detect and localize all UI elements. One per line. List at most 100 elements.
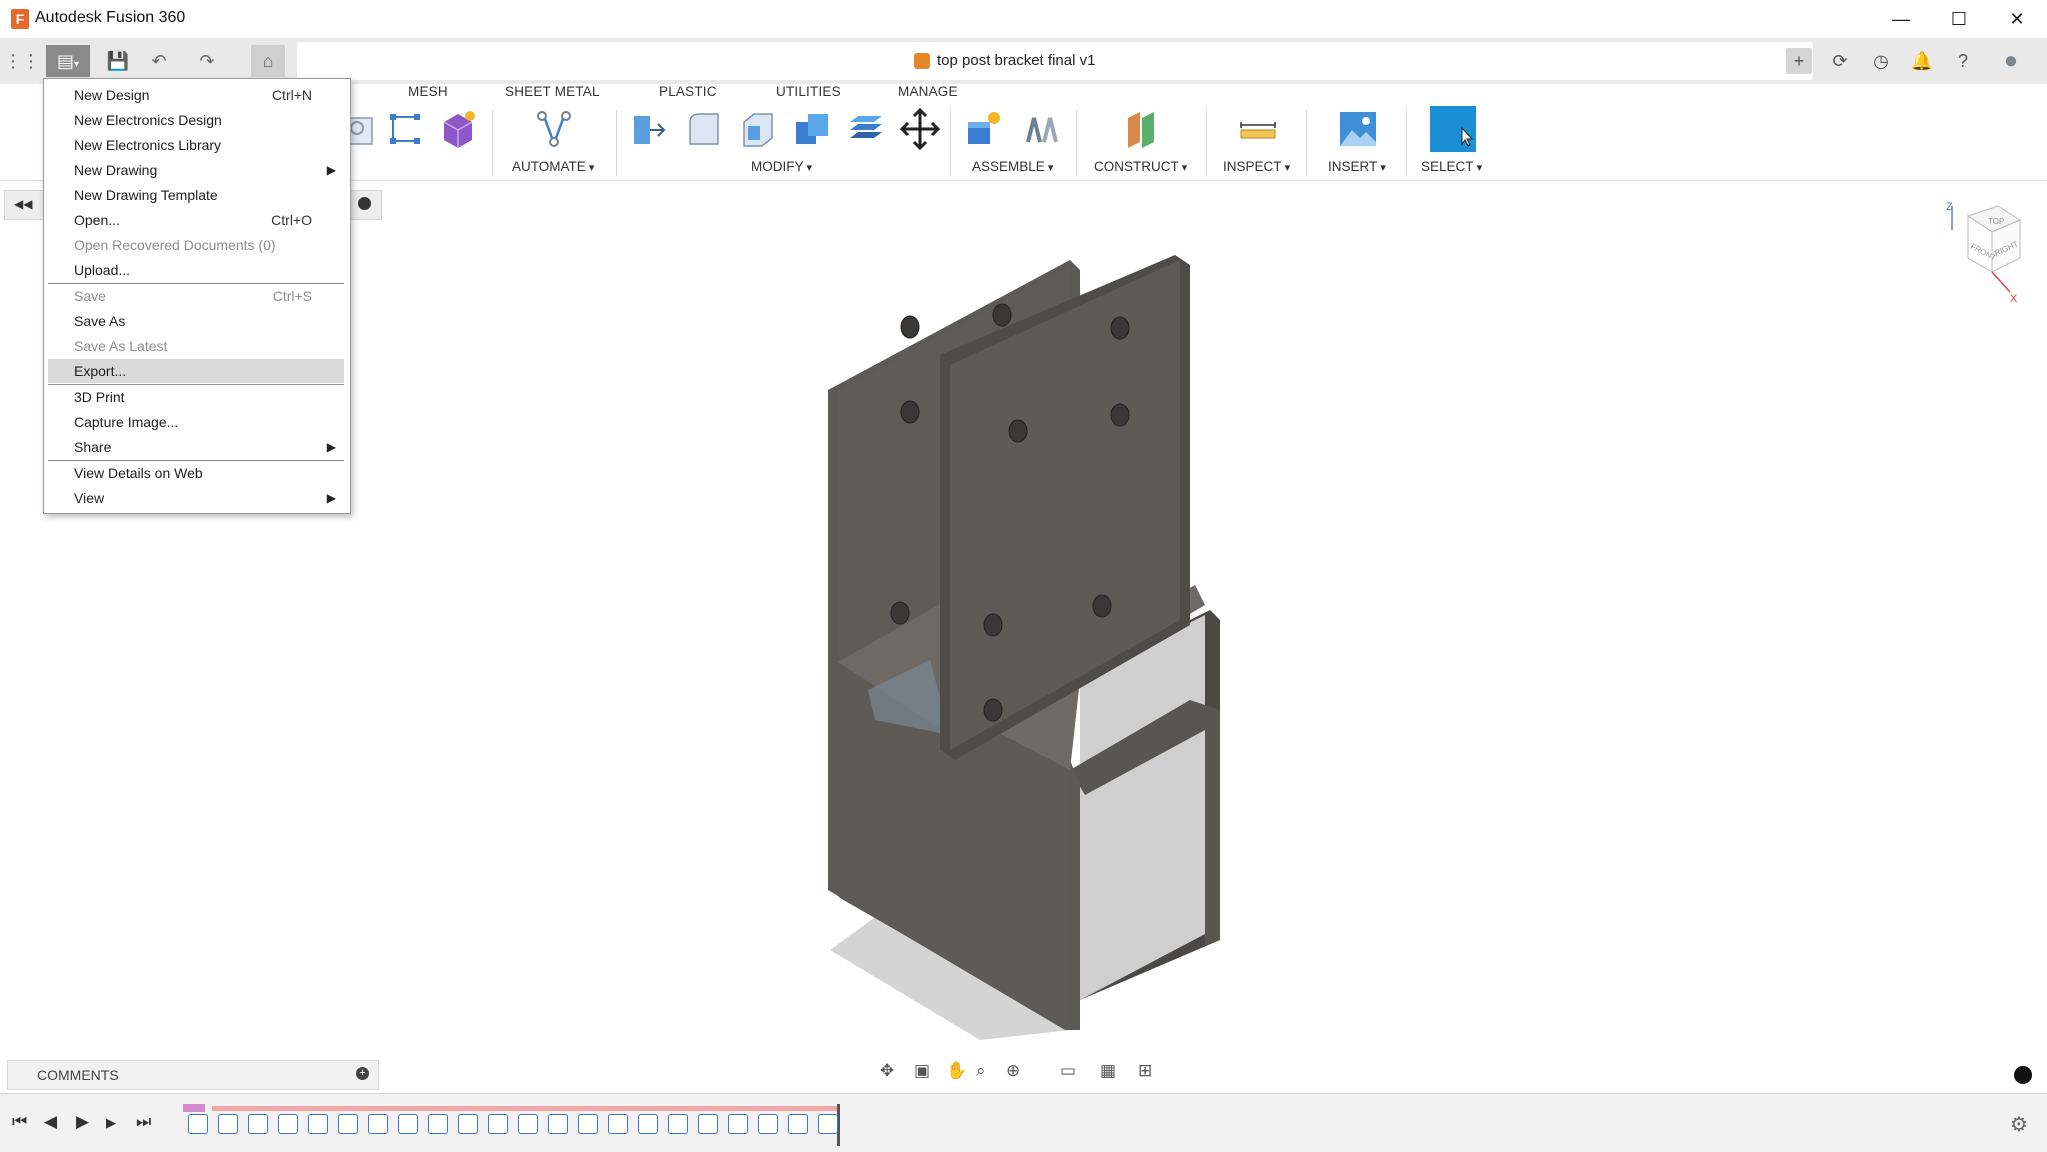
timeline-feature-icon[interactable] bbox=[188, 1114, 208, 1134]
group-modify[interactable]: MODIFY bbox=[751, 159, 812, 174]
timeline-feature-icon[interactable] bbox=[338, 1114, 358, 1134]
timeline-feature-icon[interactable] bbox=[488, 1114, 508, 1134]
timeline-start-marker[interactable] bbox=[183, 1104, 205, 1112]
menu-item-share[interactable]: Share ▶ bbox=[48, 435, 344, 459]
menu-item-export[interactable]: Export... bbox=[48, 359, 344, 383]
automate-icon[interactable] bbox=[534, 108, 574, 150]
maximize-button[interactable]: ☐ bbox=[1930, 0, 1988, 38]
text-commands-icon[interactable] bbox=[2014, 1066, 2032, 1084]
orbit-icon[interactable]: ✥ bbox=[880, 1061, 894, 1081]
timeline-next-icon[interactable]: ▶ bbox=[106, 1115, 116, 1131]
grid-settings-icon[interactable]: ▦ bbox=[1100, 1061, 1116, 1081]
timeline-feature-icon[interactable] bbox=[668, 1114, 688, 1134]
comments-panel[interactable]: COMMENTS + bbox=[7, 1060, 379, 1090]
profile-avatar[interactable]: ● bbox=[1998, 48, 2024, 74]
file-menu-button[interactable]: ▤▾ bbox=[46, 45, 90, 77]
menu-item-3d-print[interactable]: 3D Print bbox=[48, 385, 344, 409]
collapse-browser-icon[interactable]: ◀◀ bbox=[14, 197, 32, 211]
tab-manage[interactable]: MANAGE bbox=[898, 84, 958, 99]
bracket-3d-model[interactable] bbox=[780, 230, 1280, 1050]
offset-face-icon[interactable] bbox=[846, 108, 886, 150]
timeline-feature-icon[interactable] bbox=[638, 1114, 658, 1134]
save-icon[interactable]: 💾 bbox=[101, 45, 135, 77]
help-icon[interactable]: ? bbox=[1950, 48, 1976, 74]
group-insert[interactable]: INSERT bbox=[1328, 159, 1386, 174]
new-tab-plus-icon[interactable]: + bbox=[1786, 48, 1812, 74]
close-window-button[interactable]: ✕ bbox=[1988, 0, 2046, 38]
cube-top-face[interactable]: TOP bbox=[1988, 217, 2004, 226]
menu-item-new-drawing-template[interactable]: New Drawing Template bbox=[48, 183, 344, 207]
tab-mesh[interactable]: MESH bbox=[408, 84, 448, 99]
timeline-settings-gear-icon[interactable]: ⚙ bbox=[2010, 1112, 2028, 1137]
select-icon[interactable] bbox=[1430, 106, 1476, 152]
new-component-icon[interactable] bbox=[964, 108, 1004, 150]
menu-item-new-electronics-library[interactable]: New Electronics Library bbox=[48, 133, 344, 157]
menu-item-capture-image[interactable]: Capture Image... bbox=[48, 410, 344, 434]
menu-item-view-details-on-web[interactable]: View Details on Web bbox=[48, 461, 344, 485]
document-tab[interactable]: top post bracket final v1 ✕ bbox=[297, 42, 1813, 80]
tab-utilities[interactable]: UTILITIES bbox=[776, 84, 841, 99]
menu-item-open[interactable]: Open... Ctrl+O bbox=[48, 208, 344, 232]
fillet-icon[interactable] bbox=[684, 108, 724, 150]
timeline-feature-icon[interactable] bbox=[428, 1114, 448, 1134]
look-at-icon[interactable]: ▣ bbox=[914, 1061, 930, 1081]
display-settings-icon[interactable]: ▭ bbox=[1060, 1061, 1076, 1081]
undo-icon[interactable]: ↶ bbox=[142, 45, 176, 77]
tab-plastic[interactable]: PLASTIC bbox=[659, 84, 717, 99]
zoom-icon[interactable]: ⌕ bbox=[976, 1061, 986, 1081]
menu-item-new-drawing[interactable]: New Drawing ▶ bbox=[48, 158, 344, 182]
timeline-feature-icon[interactable] bbox=[368, 1114, 388, 1134]
sync-icon[interactable]: ⟳ bbox=[1827, 48, 1853, 74]
minimize-button[interactable]: — bbox=[1872, 0, 1930, 38]
timeline-feature-icon[interactable] bbox=[578, 1114, 598, 1134]
group-inspect[interactable]: INSPECT bbox=[1223, 159, 1290, 174]
timeline-feature-icon[interactable] bbox=[518, 1114, 538, 1134]
combine-icon[interactable] bbox=[792, 108, 832, 150]
sketch-icon[interactable] bbox=[386, 108, 426, 150]
measure-icon[interactable] bbox=[1238, 108, 1278, 150]
group-automate[interactable]: AUTOMATE bbox=[512, 159, 594, 174]
pan-hand-icon[interactable]: ✋ bbox=[946, 1061, 967, 1081]
timeline-feature-icon[interactable] bbox=[398, 1114, 418, 1134]
shell-icon[interactable] bbox=[738, 108, 778, 150]
move-copy-icon[interactable] bbox=[900, 108, 940, 150]
timeline-feature-icon[interactable] bbox=[818, 1114, 838, 1134]
notifications-bell-icon[interactable]: 🔔 bbox=[1909, 48, 1935, 74]
timeline-feature-icon[interactable] bbox=[758, 1114, 778, 1134]
timeline-prev-icon[interactable]: ◀ bbox=[44, 1112, 57, 1132]
menu-item-upload[interactable]: Upload... bbox=[48, 258, 344, 282]
timeline-feature-icon[interactable] bbox=[278, 1114, 298, 1134]
redo-icon[interactable]: ↷ bbox=[190, 45, 224, 77]
group-construct[interactable]: CONSTRUCT bbox=[1094, 159, 1187, 174]
menu-item-new-electronics-design[interactable]: New Electronics Design bbox=[48, 108, 344, 132]
insert-image-icon[interactable] bbox=[1338, 108, 1378, 150]
timeline-feature-icon[interactable] bbox=[218, 1114, 238, 1134]
timeline-feature-icon[interactable] bbox=[698, 1114, 718, 1134]
timeline-feature-icon[interactable] bbox=[608, 1114, 628, 1134]
timeline-feature-icon[interactable] bbox=[248, 1114, 268, 1134]
tab-sheet-metal[interactable]: SHEET METAL bbox=[505, 84, 600, 99]
menu-item-view[interactable]: View ▶ bbox=[48, 486, 344, 510]
job-status-icon[interactable]: ◷ bbox=[1868, 48, 1894, 74]
home-icon[interactable]: ⌂ bbox=[251, 45, 285, 77]
browser-options-icon[interactable] bbox=[358, 197, 371, 210]
timeline-feature-icon[interactable] bbox=[728, 1114, 748, 1134]
timeline-feature-icon[interactable] bbox=[308, 1114, 328, 1134]
menu-item-save-as[interactable]: Save As bbox=[48, 309, 344, 333]
joint-icon[interactable] bbox=[1022, 108, 1062, 150]
menu-item-new-design[interactable]: New Design Ctrl+N bbox=[48, 83, 344, 107]
viewports-icon[interactable]: ⊞ bbox=[1138, 1061, 1152, 1081]
view-cube[interactable]: Z TOP FRONT RIGHT X bbox=[1940, 200, 2025, 310]
add-comment-icon[interactable]: + bbox=[356, 1067, 369, 1080]
create-mesh-icon[interactable] bbox=[438, 108, 478, 150]
timeline-feature-icon[interactable] bbox=[788, 1114, 808, 1134]
data-panel-grid-icon[interactable]: ⋮⋮⋮ bbox=[4, 45, 58, 77]
group-assemble[interactable]: ASSEMBLE bbox=[972, 159, 1053, 174]
offset-plane-icon[interactable] bbox=[1122, 108, 1162, 150]
fit-zoom-icon[interactable]: ⊕ bbox=[1006, 1061, 1020, 1081]
timeline-play-icon[interactable]: ▶ bbox=[76, 1112, 89, 1132]
press-pull-icon[interactable] bbox=[628, 108, 668, 150]
timeline-feature-icon[interactable] bbox=[548, 1114, 568, 1134]
group-select[interactable]: SELECT bbox=[1421, 159, 1482, 174]
timeline-feature-icon[interactable] bbox=[458, 1114, 478, 1134]
